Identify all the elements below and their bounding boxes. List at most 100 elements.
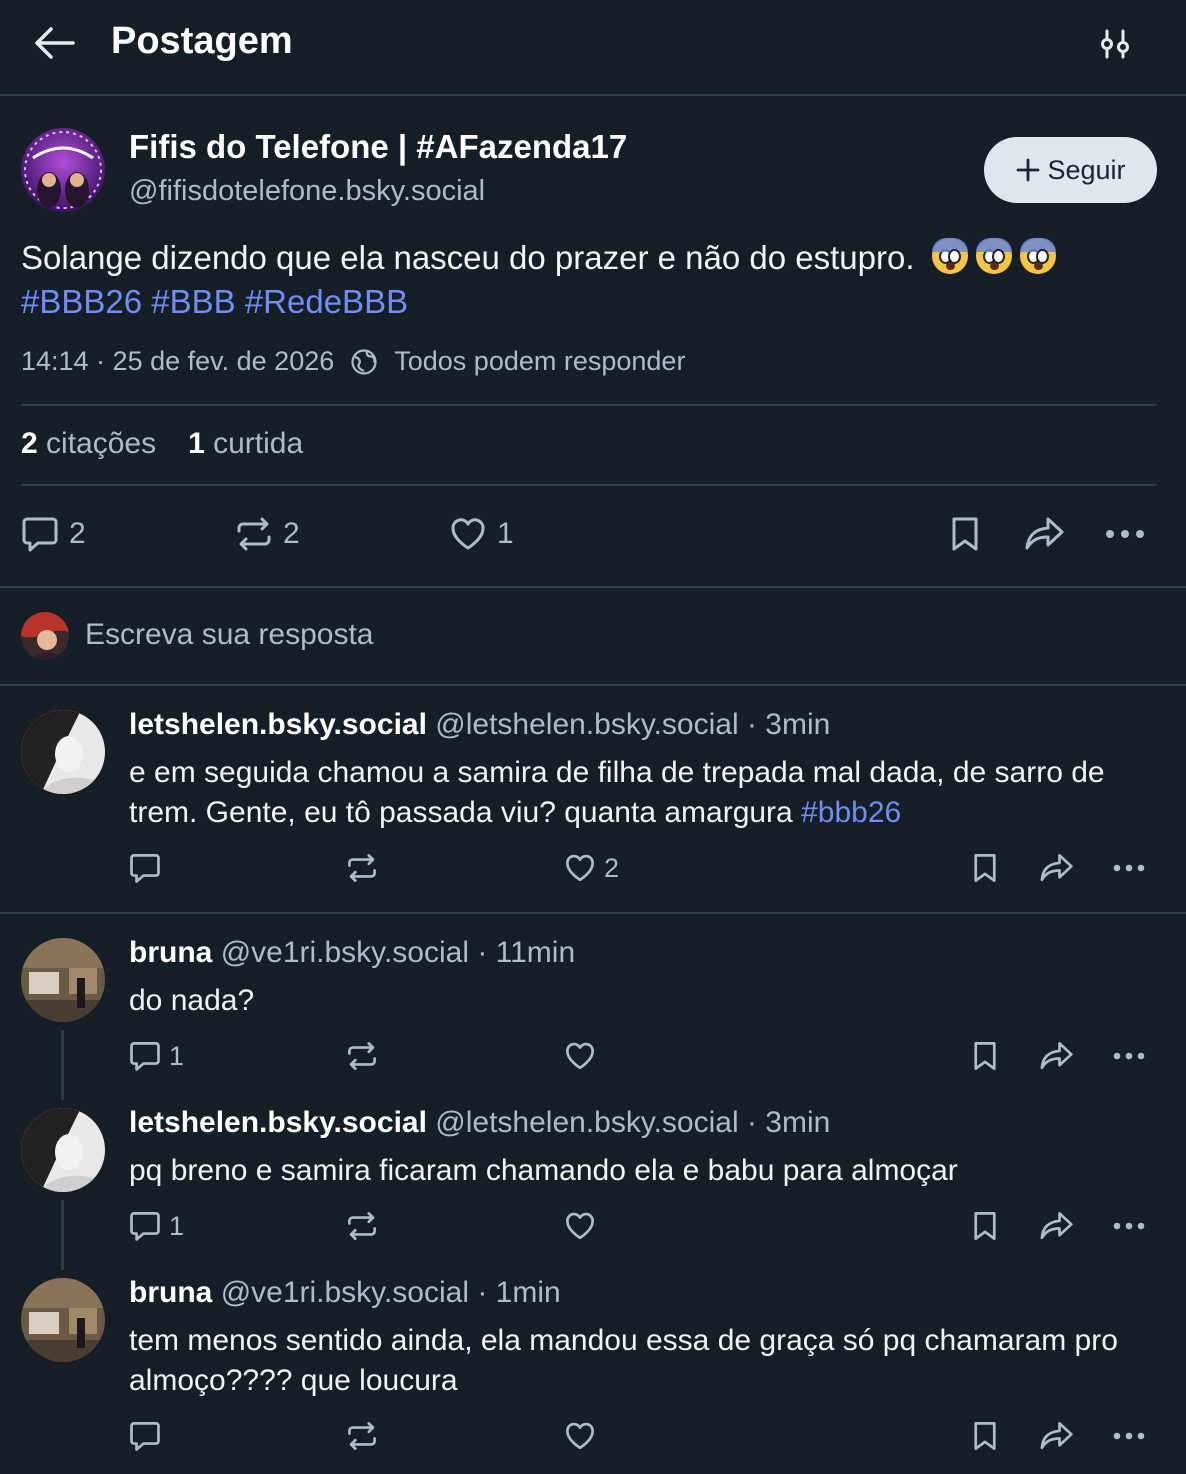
heart-icon: [566, 854, 594, 882]
sliders-icon: [1101, 29, 1129, 59]
author-handle[interactable]: @fifisdotelefone.bsky.social: [129, 175, 485, 208]
reply-button[interactable]: 1: [129, 1210, 184, 1242]
ellipsis-icon: [1106, 530, 1144, 538]
like-button[interactable]: [564, 1420, 604, 1452]
repost-button[interactable]: 2: [235, 515, 300, 553]
reply-count: 1: [169, 1040, 185, 1071]
heart-icon: [451, 518, 485, 550]
reply-time[interactable]: · 11min: [477, 936, 575, 969]
reply-avatar[interactable]: [21, 710, 105, 794]
share-button[interactable]: [1039, 1210, 1075, 1242]
heart-icon: [566, 1212, 594, 1240]
reply-author-handle[interactable]: @ve1ri.bsky.social: [221, 936, 469, 969]
reply-author-name[interactable]: letshelen.bsky.social: [129, 1106, 427, 1139]
repost-button[interactable]: [346, 1210, 378, 1242]
reply-button[interactable]: [129, 1420, 169, 1452]
more-options-button[interactable]: [1113, 1221, 1145, 1231]
like-button[interactable]: [564, 1040, 604, 1072]
repost-icon: [348, 854, 376, 882]
avatar-image: [21, 128, 105, 212]
repost-icon: [348, 1422, 376, 1450]
quotes-stat[interactable]: 2 citações: [21, 427, 156, 461]
reply-author-name[interactable]: letshelen.bsky.social: [129, 708, 427, 741]
share-button[interactable]: [1039, 1040, 1075, 1072]
reply-avatar[interactable]: [21, 1108, 105, 1192]
thread-line: [61, 1030, 64, 1100]
reply-button[interactable]: 1: [129, 1040, 184, 1072]
repost-button[interactable]: [346, 852, 378, 884]
comment-icon: [130, 1042, 160, 1071]
bookmark-icon: [974, 854, 996, 882]
follow-button[interactable]: Seguir: [984, 137, 1157, 203]
avatar-image: [21, 1278, 105, 1362]
likes-stat[interactable]: 1 curtida: [188, 427, 303, 461]
globe-icon: [351, 348, 377, 375]
reply-author-name[interactable]: bruna: [129, 1276, 212, 1309]
ellipsis-icon: [1113, 1432, 1145, 1440]
avatar-image: [21, 938, 105, 1022]
more-options-button[interactable]: [1113, 1431, 1145, 1441]
reply-button[interactable]: [129, 852, 169, 884]
reply-body: pq breno e samira ficaram chamando ela e…: [129, 1154, 958, 1187]
reply-avatar[interactable]: [21, 938, 105, 1022]
ellipsis-icon: [1113, 1052, 1145, 1060]
reply-text: do nada?: [129, 981, 1169, 1021]
bookmark-button[interactable]: [969, 1420, 1001, 1452]
more-options-button[interactable]: [1113, 863, 1145, 873]
author-avatar[interactable]: [21, 128, 105, 212]
reply-hashtag[interactable]: #bbb26: [801, 796, 901, 829]
comment-icon: [130, 854, 160, 883]
reply-time[interactable]: · 3min: [747, 1106, 830, 1139]
avatar-image: [21, 710, 105, 794]
bookmark-icon: [952, 517, 978, 551]
reply-setting[interactable]: Todos podem responder: [394, 346, 685, 377]
repost-icon: [237, 517, 271, 551]
ellipsis-icon: [1113, 1222, 1145, 1230]
post-timestamp: 14:14 · 25 de fev. de 2026: [21, 346, 335, 376]
repost-icon: [348, 1042, 376, 1070]
reply-author-name[interactable]: bruna: [129, 936, 212, 969]
bookmark-button[interactable]: [946, 515, 984, 553]
comment-icon: [130, 1422, 160, 1451]
fearful-face-emoji: [975, 238, 1012, 274]
reply-body: do nada?: [129, 984, 255, 1017]
bookmark-button[interactable]: [969, 1210, 1001, 1242]
reply-time[interactable]: · 1min: [477, 1276, 560, 1309]
reply-author-handle[interactable]: @letshelen.bsky.social: [435, 708, 738, 741]
like-button[interactable]: 1: [449, 515, 514, 553]
author-name[interactable]: Fifis do Telefone | #AFazenda17: [129, 128, 627, 166]
repost-button[interactable]: [346, 1040, 378, 1072]
like-button[interactable]: [564, 1210, 604, 1242]
post-text: Solange dizendo que ela nasceu do prazer…: [21, 236, 1171, 324]
reply-time[interactable]: · 3min: [747, 708, 830, 741]
like-button[interactable]: 2: [564, 852, 619, 884]
reply-body: tem menos sentido ainda, ela mandou essa…: [129, 1324, 1118, 1397]
header-divider: [0, 94, 1186, 96]
more-options-button[interactable]: [1113, 1051, 1145, 1061]
back-button[interactable]: [34, 26, 76, 60]
more-options-button[interactable]: [1105, 528, 1145, 540]
reply-text: e em seguida chamou a samira de filha de…: [129, 753, 1169, 833]
share-button[interactable]: [1039, 1420, 1075, 1452]
reply-header: letshelen.bsky.social @letshelen.bsky.so…: [129, 1106, 830, 1140]
reply-author-handle[interactable]: @ve1ri.bsky.social: [221, 1276, 469, 1309]
ellipsis-icon: [1113, 864, 1145, 872]
bookmark-button[interactable]: [969, 852, 1001, 884]
bookmark-icon: [974, 1212, 996, 1240]
share-button[interactable]: [1024, 515, 1066, 553]
thread-settings-button[interactable]: [1098, 27, 1134, 61]
like-count: 1: [497, 517, 514, 550]
current-user-avatar: [21, 612, 69, 660]
repost-button[interactable]: [346, 1420, 378, 1452]
reply-avatar[interactable]: [21, 1278, 105, 1362]
share-button[interactable]: [1039, 852, 1075, 884]
reply-author-handle[interactable]: @letshelen.bsky.social: [435, 1106, 738, 1139]
reply-button[interactable]: 2: [21, 515, 86, 553]
reply-count: 1: [169, 1210, 185, 1241]
reply-divider: [0, 912, 1186, 914]
bookmark-button[interactable]: [969, 1040, 1001, 1072]
post-hashtags[interactable]: #BBB26 #BBB #RedeBBB: [21, 283, 408, 320]
share-icon: [1040, 1212, 1073, 1240]
quotes-label: citações: [46, 427, 157, 460]
reply-composer[interactable]: Escreva sua resposta: [85, 618, 373, 652]
